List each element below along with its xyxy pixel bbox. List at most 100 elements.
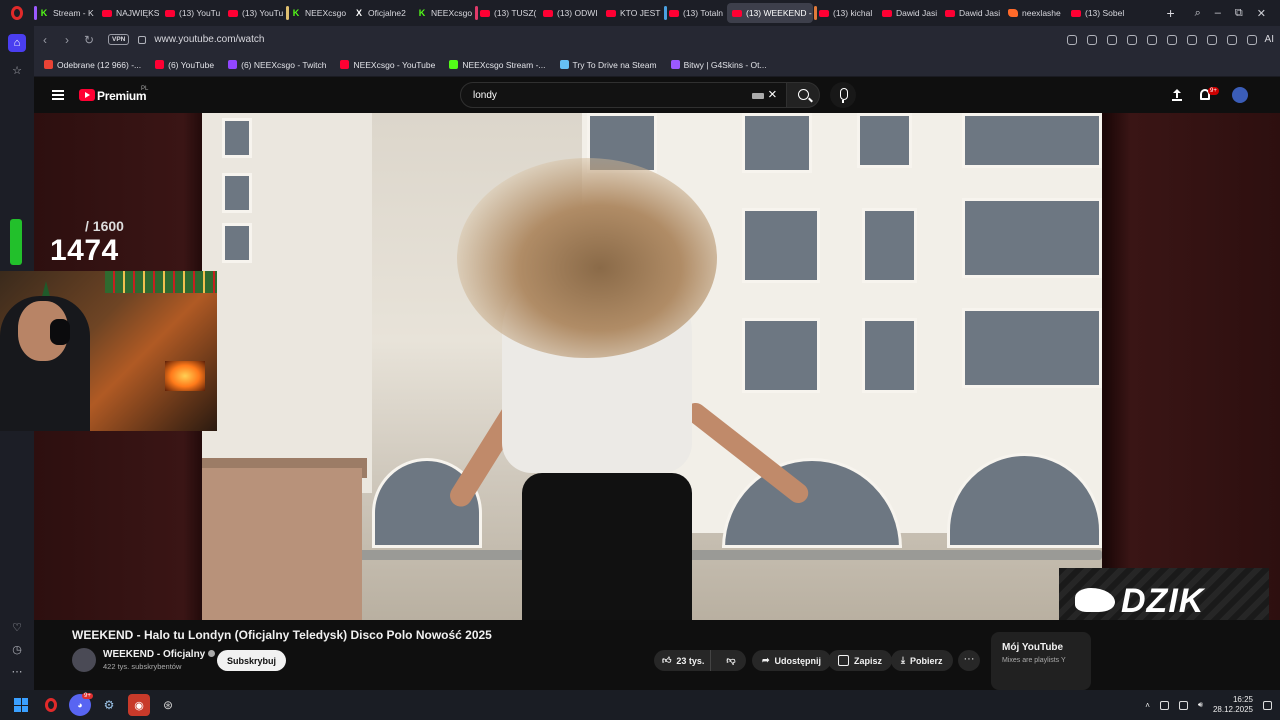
browser-tab[interactable]: Dawid Jasi [877,3,939,23]
browser-tab[interactable]: (13) Sobel [1066,3,1128,23]
windows-taskbar: ◕ 9+ ⚙ ◉ ⊛ ˄ 🔊︎ 16:25 28.12.2025 [0,690,1280,720]
taskbar-app[interactable]: ⊛ [157,694,179,716]
back-button[interactable]: ‹ [34,33,56,47]
video-player[interactable] [202,113,1102,620]
like-button[interactable]: 👍︎ 23 tys. [654,650,711,671]
clock[interactable]: 16:25 28.12.2025 [1213,695,1253,715]
window [222,118,252,158]
bookmark-item[interactable]: Odebrane (12 966) -... [44,60,141,70]
maximize-button[interactable]: ⧉ [1235,7,1243,20]
browser-tab[interactable]: (13) YouTu [223,3,285,23]
new-tab-button[interactable]: + [1161,5,1181,21]
channel-avatar[interactable] [72,648,96,672]
opera-menu-button[interactable] [0,0,34,26]
speed-dial-icon[interactable]: ☆ [8,61,26,79]
browser-tab[interactable]: (13) TUSZ( [475,3,537,23]
extensions-icon[interactable] [1246,34,1257,45]
minimize-button[interactable]: – [1215,7,1221,19]
notification-badge: 9+ [1208,87,1219,95]
aria-ai-button[interactable]: AI [1265,34,1280,45]
browser-tab[interactable]: (13) ODWI [538,3,600,23]
bookmark-item[interactable]: NEEXcsgo Stream -... [449,59,546,70]
youtube-premium-label[interactable]: Premium [97,89,147,103]
url-field[interactable]: www.youtube.com/watch [154,34,264,45]
subscribe-button[interactable]: Subskrybuj [217,650,287,671]
hamburger-menu-icon[interactable] [52,90,64,100]
profile-icon[interactable] [1226,34,1237,45]
edit-icon[interactable] [1086,34,1097,45]
channel-name[interactable]: WEEKEND - Oficjalny [103,649,216,660]
camera-icon[interactable] [1106,34,1117,45]
tab-group-stripe [286,6,289,20]
browser-tab[interactable]: K NEEXcsgo [286,3,348,23]
save-button[interactable]: Zapisz [828,650,893,671]
forward-button[interactable]: › [56,33,78,47]
browser-tab[interactable]: neexlashe [1003,3,1065,23]
more-actions-button[interactable]: ··· [958,650,980,671]
youtube-logo-icon[interactable] [79,89,95,101]
bookmark-favicon-icon [228,60,238,69]
dzik-brand-text: DZIK [1121,582,1205,620]
create-upload-icon[interactable] [1172,89,1182,101]
tray-chevron-icon[interactable]: ˄ [1145,701,1150,710]
adblock-icon[interactable] [1126,34,1137,45]
browser-tab[interactable]: (13) YouTu [160,3,222,23]
bookmark-item[interactable]: Try To Drive na Steam [559,60,657,70]
bookmark-item[interactable]: (6) YouTube [155,60,214,70]
download-button[interactable]: ⤓ Pobierz [891,650,953,671]
browser-tab[interactable]: (13) WEEKEND - H [727,3,813,23]
bookmark-label: NEEXcsgo Stream -... [462,59,546,70]
video-title: WEEKEND - Halo tu Londyn (Oficjalny Tele… [72,628,492,642]
tab-search-icon[interactable]: ⌕ [1195,7,1201,20]
browser-tab[interactable]: KTO JEST I [601,3,663,23]
player-icon[interactable] [1146,34,1157,45]
taskbar-opera[interactable] [40,694,62,716]
taskbar-steam[interactable]: ⚙ [98,694,120,716]
tab-favicon-icon [1008,9,1018,17]
taskbar-obs[interactable]: ◉ [128,694,150,716]
browser-tab[interactable]: Dawid Jasi [940,3,1002,23]
channel-name-text[interactable]: WEEKEND - Oficjalny [103,649,205,660]
notification-center-icon[interactable] [1263,700,1272,710]
network-icon[interactable] [1178,700,1188,710]
tab-favicon-icon: X [355,8,362,18]
tab-label: (13) YouTu [242,8,284,18]
browser-tab[interactable]: (13) Totaln [664,3,726,23]
bookmark-item[interactable]: Bitwy | G4Skins - Ot... [670,59,767,70]
lock-icon[interactable] [138,35,147,44]
tab-label: Oficjalne2 [368,8,406,18]
reload-icon[interactable]: ↻ [78,33,100,47]
home-icon[interactable]: ⌂ [8,34,26,52]
mic-icon[interactable] [1159,700,1169,710]
download-icon[interactable] [1186,34,1197,45]
menu-icon[interactable] [1206,34,1217,45]
heart-icon[interactable]: ♡ [8,618,26,636]
browser-tab[interactable]: K Stream - K [34,3,96,23]
browser-tab[interactable]: K NEEXcsgo [412,3,474,23]
more-icon[interactable]: ⋯ [8,662,26,680]
start-button[interactable] [10,694,32,716]
dzik-logo-banner: DZIK [1059,568,1269,628]
account-avatar[interactable] [1232,87,1248,103]
search-page-icon[interactable] [1066,34,1077,45]
browser-tab[interactable]: X Oficjalne2 [349,3,411,23]
history-icon[interactable]: ◷ [8,640,26,658]
browser-tab[interactable]: NAJWIĘKS [97,3,159,23]
browser-tab[interactable]: (13) kichal [814,3,876,23]
bookmark-item[interactable]: (6) NEEXcsgo - Twitch [228,60,326,70]
volume-icon[interactable]: 🔊︎ [1198,700,1203,710]
dislike-button[interactable]: 👎︎ [716,655,746,666]
voice-search-icon[interactable] [830,82,856,108]
close-window-button[interactable]: ✕ [1257,7,1266,20]
share-button[interactable]: ➦ Udostępnij [752,650,832,671]
search-button[interactable] [786,82,820,108]
search-input[interactable] [473,88,733,102]
vpn-badge[interactable]: VPN [108,34,130,45]
favorite-icon[interactable] [1166,34,1177,45]
bookmark-label: Bitwy | G4Skins - Ot... [683,59,767,70]
clear-search-icon[interactable]: × [768,86,777,103]
windows-logo-icon [14,698,28,712]
mix-panel[interactable]: Mój YouTube Mixes are playlists Y [991,632,1091,690]
bookmark-item[interactable]: NEEXcsgo - YouTube [340,60,435,70]
keyboard-icon[interactable] [752,93,764,99]
